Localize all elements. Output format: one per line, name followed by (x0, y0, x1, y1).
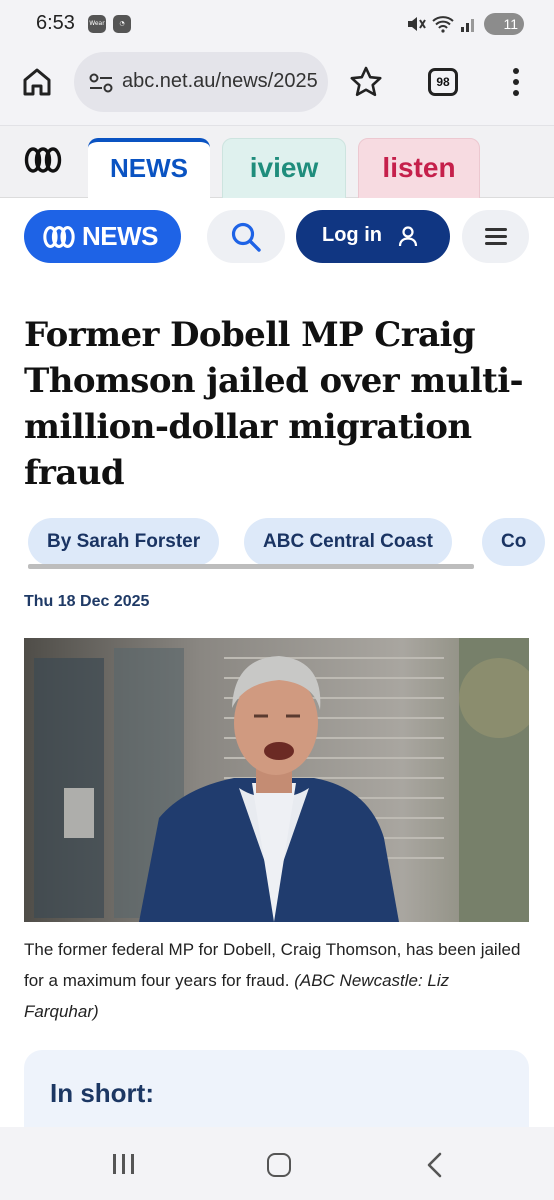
url-text: abc.net.au/news/2025-12-18 (122, 70, 318, 92)
news-brand-label: NEWS (82, 221, 159, 251)
main-menu-button[interactable] (462, 210, 529, 263)
status-bar: 6:53 Wear ◔ 11 (0, 0, 554, 48)
site-settings-icon[interactable] (88, 72, 114, 94)
home-button[interactable] (267, 1153, 291, 1177)
topic-tag[interactable]: Co (482, 518, 546, 566)
clock-app-icon: ◔ (113, 15, 131, 33)
battery-indicator: 11 (484, 13, 524, 35)
browser-toolbar: abc.net.au/news/2025-12-18 98 (0, 48, 554, 126)
wifi-icon (432, 16, 454, 33)
tags-scrollbar[interactable] (28, 564, 474, 569)
abc-product-bar: NEWS iview listen (0, 126, 554, 200)
news-header: NEWS Log in (0, 198, 554, 278)
tab-switcher-button[interactable]: 98 (428, 68, 458, 96)
home-icon[interactable] (20, 65, 54, 99)
abc-news-home-button[interactable]: NEWS (24, 210, 181, 263)
article-headline: Former Dobell MP Craig Thomson jailed ov… (24, 315, 524, 493)
article-tags: By Sarah Forster ABC Central Coast Co (28, 518, 554, 568)
photo-caption: The former federal MP for Dobell, Craig … (24, 934, 524, 1027)
bookmark-star-icon[interactable] (349, 65, 383, 99)
tab-news[interactable]: NEWS (88, 138, 210, 200)
article-photo[interactable] (24, 638, 529, 922)
photo-craig-thomson (24, 638, 529, 922)
wear-icon: Wear (88, 15, 106, 33)
mute-icon (408, 17, 426, 31)
location-tag[interactable]: ABC Central Coast (244, 518, 452, 566)
status-time: 6:53 (36, 12, 75, 34)
author-tag[interactable]: By Sarah Forster (28, 518, 220, 566)
signal-icon (461, 19, 474, 32)
article-date: Thu 18 Dec 2025 (24, 593, 150, 610)
abc-logo-icon (43, 226, 75, 248)
tab-listen[interactable]: listen (358, 138, 480, 200)
system-nav-bar (0, 1127, 554, 1200)
login-button[interactable]: Log in (296, 210, 450, 263)
recent-apps-button[interactable] (113, 1154, 135, 1174)
search-icon (231, 222, 261, 252)
search-button[interactable] (207, 210, 285, 263)
user-icon (398, 226, 418, 247)
browser-menu-icon[interactable] (506, 66, 526, 98)
tab-iview[interactable]: iview (222, 138, 346, 200)
in-short-box: In short: (24, 1050, 529, 1130)
address-bar[interactable]: abc.net.au/news/2025-12-18 (74, 52, 328, 112)
login-label: Log in (322, 224, 382, 246)
in-short-heading: In short: (50, 1078, 154, 1108)
back-icon[interactable] (424, 1151, 444, 1179)
abc-logo[interactable] (24, 146, 62, 174)
